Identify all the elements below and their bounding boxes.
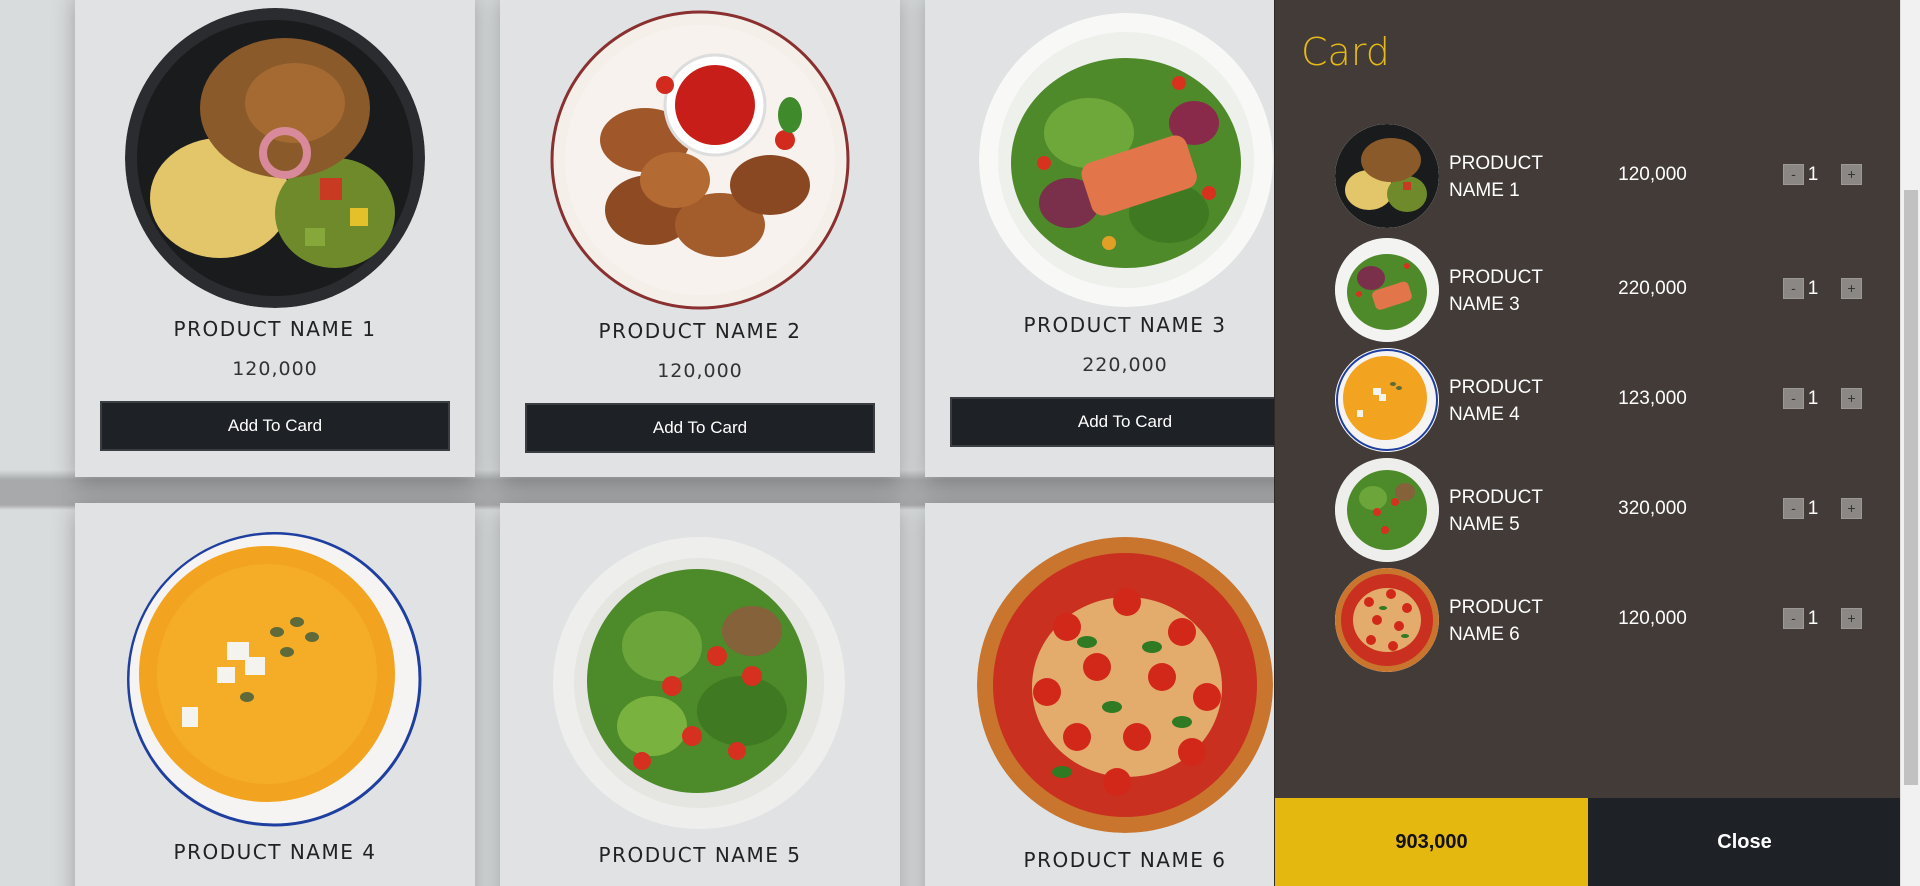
cart-item-name: PRODUCT NAME 1 [1449,153,1543,201]
cart-total: 903,000 [1275,798,1588,886]
cart-item-qty: 1 [1807,388,1819,409]
cart-item-image-soup [1335,348,1439,452]
add-to-card-button[interactable]: Add To Card [525,403,875,453]
cart-item-qty: 1 [1807,164,1819,185]
increase-qty-button[interactable]: + [1841,278,1862,299]
product-image-soup [127,532,422,827]
cart-item-name: PRODUCT NAME 5 [1449,487,1543,535]
cart-item-price: 120,000 [1618,608,1687,629]
cart-item-image-green-salad [1335,458,1439,562]
product-card-4: PRODUCT NAME 4 [75,503,475,886]
product-image-wings [550,10,850,310]
product-image-green-salad [552,536,846,830]
cart-item-qty: 1 [1807,608,1819,629]
cart-item-name: PRODUCT NAME 4 [1449,377,1543,425]
product-card-2: PRODUCT NAME 2 120,000 Add To Card [500,0,900,477]
cart-panel: Card PRODUCT NAME 1 120,000 - 1 + PRODUC… [1274,0,1901,886]
add-to-card-button[interactable]: Add To Card [950,397,1275,447]
add-to-card-button[interactable]: Add To Card [100,401,450,451]
product-card-1: PRODUCT NAME 1 120,000 Add To Card [75,0,475,477]
increase-qty-button[interactable]: + [1841,164,1862,185]
page-scrollbar[interactable] [1900,0,1920,886]
product-name: PRODUCT NAME 1 [173,317,377,341]
cart-item-name: PRODUCT NAME 3 [1449,267,1543,315]
product-name: PRODUCT NAME 4 [173,840,377,864]
cart-item: PRODUCT NAME 3 220,000 - 1 + [1335,238,1875,342]
product-card-3: PRODUCT NAME 3 220,000 Add To Card [925,0,1275,477]
scrollbar-thumb[interactable] [1904,190,1918,785]
cart-item-qty: 1 [1807,498,1819,519]
increase-qty-button[interactable]: + [1841,608,1862,629]
product-name: PRODUCT NAME 2 [598,319,802,343]
decrease-qty-button[interactable]: - [1783,498,1804,519]
cart-item-price: 320,000 [1618,498,1687,519]
cart-item-price: 120,000 [1618,164,1687,185]
increase-qty-button[interactable]: + [1841,498,1862,519]
cart-item-price: 123,000 [1618,388,1687,409]
cart-item-image-bowl [1335,124,1439,228]
close-button[interactable]: Close [1588,798,1901,886]
product-name: PRODUCT NAME 3 [1023,313,1227,337]
decrease-qty-button[interactable]: - [1783,164,1804,185]
cart-item-qty: 1 [1807,278,1819,299]
decrease-qty-button[interactable]: - [1783,278,1804,299]
product-name: PRODUCT NAME 5 [598,843,802,867]
cart-item: PRODUCT NAME 6 120,000 - 1 + [1335,568,1875,672]
product-price: 120,000 [232,358,318,380]
cart-item-price: 220,000 [1618,278,1687,299]
product-image-pizza [977,537,1273,833]
decrease-qty-button[interactable]: - [1783,608,1804,629]
product-name: PRODUCT NAME 6 [1023,848,1227,872]
cart-item-image-pizza [1335,568,1439,672]
cart-item-image-salmon-salad [1335,238,1439,342]
product-price: 120,000 [657,360,743,382]
product-image-salmon-salad [979,13,1273,307]
product-image-bowl [125,8,425,308]
cart-item-name: PRODUCT NAME 6 [1449,597,1543,645]
product-card-5: PRODUCT NAME 5 [500,503,900,886]
product-card-6: PRODUCT NAME 6 [925,503,1275,886]
decrease-qty-button[interactable]: - [1783,388,1804,409]
product-grid: PRODUCT NAME 1 120,000 Add To Card PRODU… [0,0,1275,886]
cart-item: PRODUCT NAME 4 123,000 - 1 + [1335,348,1875,452]
cart-title: Card [1301,30,1390,74]
product-price: 220,000 [1082,354,1168,376]
increase-qty-button[interactable]: + [1841,388,1862,409]
cart-item: PRODUCT NAME 5 320,000 - 1 + [1335,458,1875,562]
cart-item: PRODUCT NAME 1 120,000 - 1 + [1335,124,1875,228]
